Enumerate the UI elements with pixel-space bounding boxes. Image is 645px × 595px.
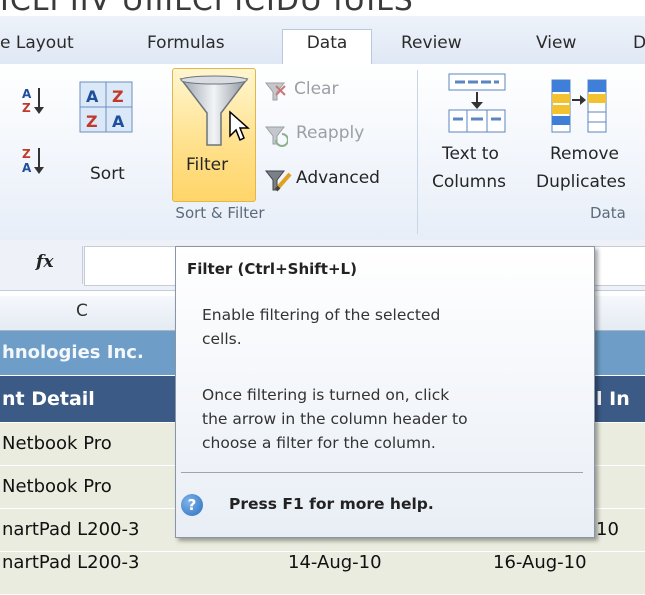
product-cell[interactable]: nartPad L200-3 [2, 519, 139, 540]
remove-duplicates-label-1: Remove [550, 144, 619, 164]
header-cell-product-detail[interactable]: nt Detail [2, 388, 95, 410]
text-to-columns-label-1: Text to [442, 144, 499, 164]
tab-page-layout[interactable]: e Layout [0, 30, 74, 64]
svg-text:A: A [86, 87, 99, 106]
product-cell[interactable]: Netbook Pro [2, 433, 112, 454]
text-to-columns-button[interactable]: Text to Columns [432, 72, 522, 196]
text-to-columns-label-2: Columns [432, 172, 506, 192]
sort-ascending-button[interactable]: A Z [22, 84, 46, 118]
clear-label: Clear [294, 79, 339, 99]
group-separator [417, 70, 418, 234]
filter-label: Filter [186, 155, 229, 175]
sort-dialog-icon: A Z Z A [79, 81, 133, 133]
advanced-label: Advanced [296, 168, 380, 188]
product-cell[interactable]: nartPad L200-3 [2, 552, 139, 573]
tab-data[interactable]: Data [282, 29, 372, 66]
tooltip-line: the arrow in the column header to [202, 410, 468, 428]
sort-descending-icon: Z A [22, 147, 44, 175]
advanced-filter-button[interactable]: Advanced [264, 166, 404, 194]
product-cell[interactable]: Netbook Pro [2, 476, 112, 497]
remove-duplicates-label-2: Duplicates [536, 172, 626, 192]
svg-text:A: A [22, 87, 32, 101]
tooltip-title: Filter (Ctrl+Shift+L) [187, 260, 357, 278]
remove-duplicates-button[interactable]: Remove Duplicates [530, 72, 640, 196]
tab-developer[interactable]: D [633, 30, 645, 64]
svg-text:A: A [22, 161, 32, 175]
svg-text:Z: Z [22, 147, 31, 161]
ribbon-data: A Z Z A A Z Z A Sort Filter Clear Reappl… [0, 64, 645, 241]
reapply-button[interactable]: Reapply [264, 122, 394, 148]
tooltip-line: cells. [202, 330, 242, 348]
sort-label: Sort [90, 164, 125, 184]
tooltip-divider [181, 472, 583, 473]
company-title-cell[interactable]: hnologies Inc. [2, 342, 144, 363]
svg-text:A: A [112, 112, 125, 131]
svg-text:Z: Z [22, 101, 31, 115]
tooltip-help-text: Press F1 for more help. [229, 495, 434, 513]
column-header-c[interactable]: C [76, 301, 88, 321]
tooltip-line: choose a filter for the column. [202, 434, 436, 452]
insert-function-button[interactable]: fx [36, 252, 53, 272]
svg-text:Z: Z [86, 112, 98, 131]
window-title-fragment: ICLI IIV UIIILCI ICIDU IUILS [0, 0, 645, 16]
tooltip-line: Once filtering is turned on, click [202, 386, 450, 404]
tooltip-line: Enable filtering of the selected [202, 306, 441, 324]
clear-filter-button[interactable]: Clear [264, 78, 394, 104]
header-cell-sold-in[interactable]: l In [596, 388, 630, 410]
sort-ascending-icon: A Z [22, 87, 44, 115]
tab-formulas[interactable]: Formulas [147, 30, 225, 64]
help-icon: ? [181, 494, 203, 516]
sort-descending-button[interactable]: Z A [22, 144, 46, 178]
sort-filter-group-label: Sort & Filter [175, 204, 265, 222]
reapply-icon [264, 126, 288, 147]
clear-filter-icon [264, 82, 286, 101]
text-to-columns-icon [448, 73, 506, 133]
mouse-cursor-icon [229, 110, 250, 142]
ribbon-tab-strip: e Layout Formulas Data Review View D [0, 16, 645, 66]
tab-review[interactable]: Review [401, 30, 462, 64]
advanced-filter-icon [264, 170, 292, 192]
tab-view[interactable]: View [536, 30, 576, 64]
data-tools-group-label: Data [590, 204, 626, 222]
date-cell[interactable]: 16-Aug-10 [493, 552, 587, 573]
remove-duplicates-icon [551, 79, 607, 133]
date-cell[interactable]: 10 [596, 519, 619, 540]
svg-text:Z: Z [112, 87, 124, 106]
sort-button[interactable]: A Z Z A Sort [76, 80, 140, 190]
reapply-label: Reapply [296, 123, 365, 143]
window-title-text: ICLI IIV UIIILCI ICIDU IUILS [0, 0, 414, 16]
date-cell[interactable]: 14-Aug-10 [288, 552, 382, 573]
